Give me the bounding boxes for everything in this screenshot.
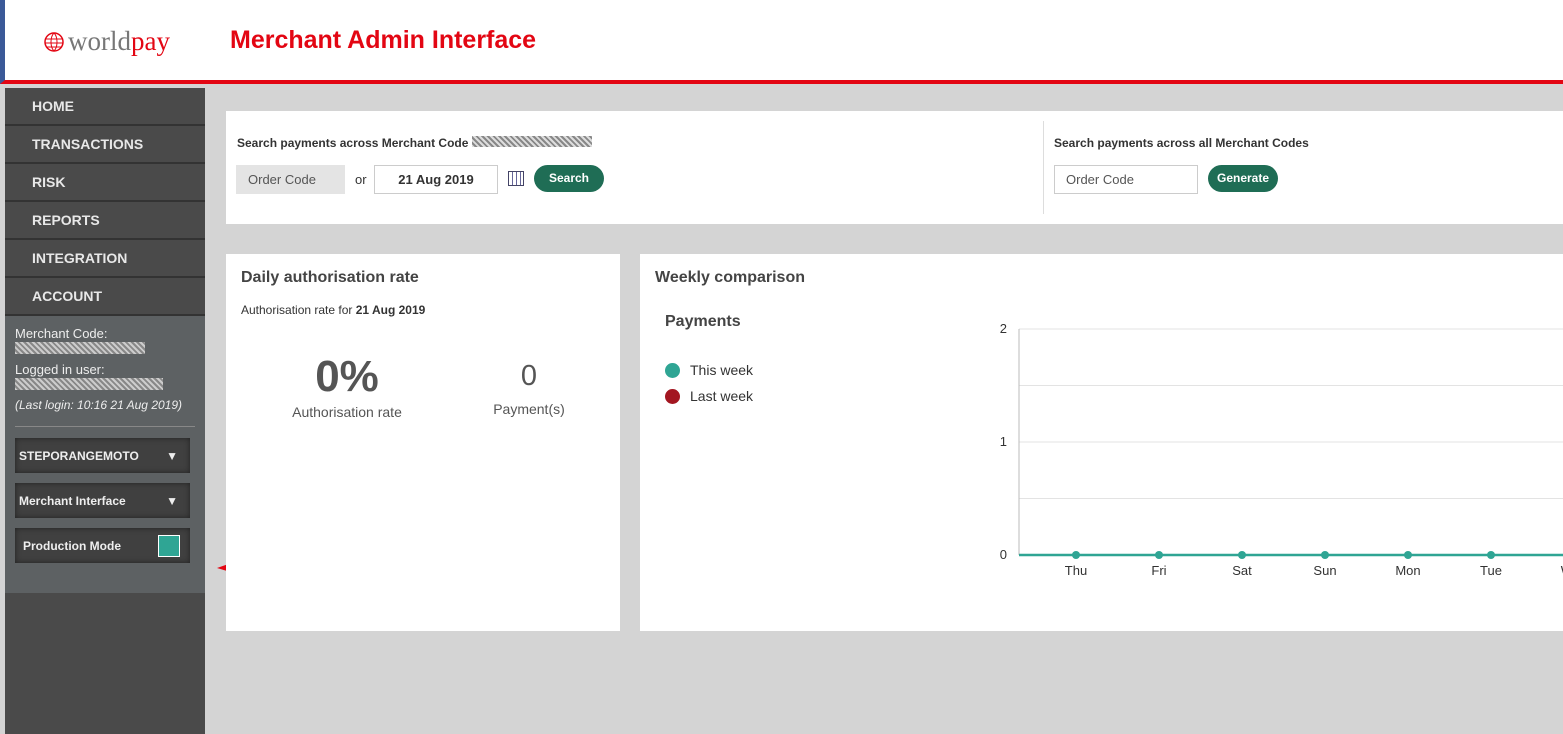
search-button[interactable]: Search (534, 165, 604, 192)
chart-subtitle: Payments (665, 313, 741, 330)
merchant-select-value: STEPORANGEMOTO (19, 448, 139, 463)
x-tick-label: Sun (1313, 563, 1336, 578)
legend: This week Last week (665, 357, 753, 409)
last-login: (Last login: 10:16 21 Aug 2019) (15, 398, 183, 412)
data-point (1072, 551, 1080, 559)
card-title: Daily authorisation rate (241, 269, 419, 286)
x-tick-label: Tue (1480, 563, 1502, 578)
account-info: Merchant Code: Logged in user: (Last log… (5, 316, 205, 593)
search-all-label: Search payments across all Merchant Code… (1054, 136, 1309, 150)
x-tick-label: Thu (1065, 563, 1087, 578)
data-point (1238, 551, 1246, 559)
production-mode-label: Production Mode (23, 538, 121, 553)
payments-value: 0 (520, 360, 538, 392)
nav-risk[interactable]: RISK (5, 164, 205, 202)
merchant-code-redacted (471, 136, 592, 147)
nav-account[interactable]: ACCOUNT (5, 278, 205, 316)
page-title: Merchant Admin Interface (230, 26, 537, 54)
logo-text-pay: pay (131, 26, 170, 56)
y-tick-label: 2 (1000, 321, 1007, 336)
auth-rate-value: 0% (315, 352, 379, 401)
generate-button[interactable]: Generate (1208, 165, 1278, 192)
weekly-comparison-card: Weekly comparison Payments This week Las… (640, 254, 1563, 631)
x-tick-label: Sat (1232, 563, 1252, 578)
legend-last-week[interactable]: Last week (665, 383, 753, 409)
nav-home[interactable]: HOME (5, 88, 205, 126)
data-point (1404, 551, 1412, 559)
daily-auth-card: Daily authorisation rate Authorisation r… (226, 254, 620, 631)
merchant-code-redacted (15, 342, 145, 354)
header: worldpay Merchant Admin Interface (0, 0, 1563, 84)
worldpay-logo[interactable]: worldpay (43, 26, 170, 57)
globe-icon (44, 31, 64, 52)
payments-stat: 0 Payment(s) (474, 360, 584, 417)
legend-label: Last week (690, 388, 754, 404)
legend-label: This week (690, 362, 754, 378)
nav-integration[interactable]: INTEGRATION (5, 240, 205, 278)
merchant-select[interactable]: STEPORANGEMOTO ▼ (15, 438, 190, 473)
calendar-icon[interactable] (508, 171, 524, 186)
logged-user-redacted (15, 378, 163, 390)
nav-reports[interactable]: REPORTS (5, 202, 205, 240)
sidebar: HOME TRANSACTIONS RISK REPORTS INTEGRATI… (5, 88, 205, 734)
auth-rate-label: Authorisation rate (292, 404, 402, 420)
auth-rate-stat: 0% Authorisation rate (282, 352, 412, 420)
production-mode-checkbox[interactable] (158, 534, 180, 557)
date-input[interactable]: 21 Aug 2019 (374, 165, 498, 194)
y-tick-label: 1 (1000, 434, 1007, 449)
production-mode-toggle[interactable]: Production Mode (15, 528, 190, 563)
y-tick-label: 0 (1000, 547, 1007, 562)
divider (1043, 121, 1044, 214)
weekly-line-chart: 012ThuFriSatSunMonTueWed (1000, 321, 1563, 578)
order-code-input[interactable]: Order Code (236, 165, 345, 194)
card-title: Weekly comparison (655, 269, 805, 286)
data-point (1321, 551, 1329, 559)
legend-this-week[interactable]: This week (665, 357, 753, 383)
divider (15, 426, 195, 427)
x-tick-label: Mon (1395, 563, 1420, 578)
payments-label: Payment(s) (493, 401, 565, 417)
interface-select-value: Merchant Interface (19, 493, 126, 508)
nav-transactions[interactable]: TRANSACTIONS (5, 126, 205, 164)
chevron-down-icon: ▼ (166, 448, 178, 463)
legend-dot (665, 362, 680, 378)
search-label: Search payments across Merchant Code (237, 136, 592, 150)
x-tick-label: Fri (1151, 563, 1166, 578)
logo-text: world (68, 26, 131, 56)
card-subtitle: Authorisation rate for 21 Aug 2019 (241, 303, 426, 317)
data-point (1155, 551, 1163, 559)
merchant-code-label: Merchant Code: (15, 326, 108, 341)
chevron-down-icon: ▼ (166, 493, 178, 508)
logged-user-label: Logged in user: (15, 362, 105, 377)
all-order-code-input[interactable]: Order Code (1054, 165, 1198, 194)
or-label: or (355, 172, 367, 187)
interface-select[interactable]: Merchant Interface ▼ (15, 483, 190, 518)
search-panel: Search payments across Merchant Code Ord… (226, 111, 1563, 224)
legend-dot (665, 388, 680, 404)
data-point (1487, 551, 1495, 559)
